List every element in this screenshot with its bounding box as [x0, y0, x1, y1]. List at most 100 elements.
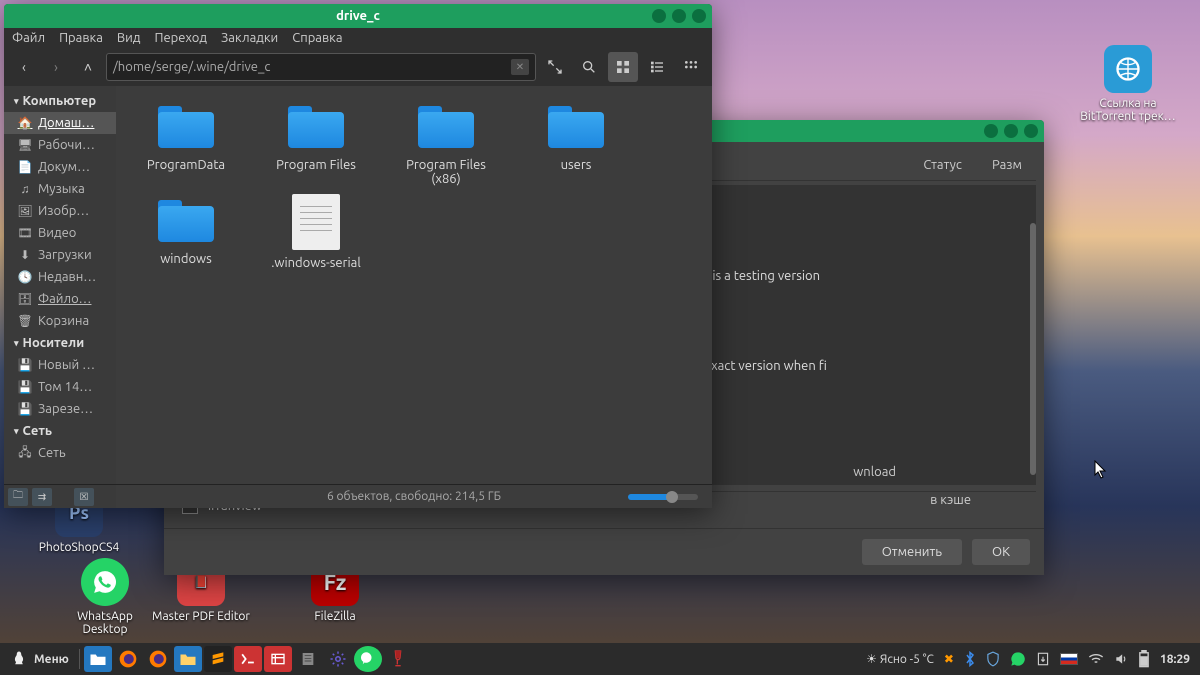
- place-icon: ♫: [18, 182, 32, 196]
- max-button[interactable]: [672, 9, 686, 23]
- place-icon: 🕓: [18, 270, 32, 284]
- back-button[interactable]: ‹: [10, 53, 38, 81]
- close-sidebar-button[interactable]: ☒: [74, 488, 94, 506]
- max-button[interactable]: [1004, 124, 1018, 138]
- folder-icon: [414, 100, 478, 152]
- app-wine[interactable]: [384, 646, 412, 672]
- view-list-button[interactable]: [642, 52, 672, 82]
- close-button[interactable]: [1024, 124, 1038, 138]
- address-bar[interactable]: /home/serge/.wine/drive_c ✕: [106, 53, 536, 81]
- toggle-pathentry-icon[interactable]: [540, 52, 570, 82]
- whatsapp-tray-icon[interactable]: [1010, 651, 1026, 667]
- view-compact-button[interactable]: [676, 52, 706, 82]
- place-icon: 🖧: [18, 446, 32, 460]
- file-item[interactable]: windows: [136, 194, 236, 270]
- sidebar-section[interactable]: Компьютер: [4, 90, 116, 112]
- place-icon: 💾: [18, 402, 32, 416]
- start-menu[interactable]: Меню: [0, 650, 79, 668]
- zoom-slider[interactable]: [628, 494, 698, 500]
- sidebar-section[interactable]: Носители: [4, 332, 116, 354]
- folder-icon: [154, 100, 218, 152]
- battery-icon[interactable]: [1138, 650, 1150, 668]
- sidebar-item[interactable]: ⬇Загрузки: [4, 244, 116, 266]
- wifi-icon[interactable]: [1088, 653, 1104, 665]
- app-settings[interactable]: [324, 646, 352, 672]
- folder-icon: [544, 100, 608, 152]
- file-grid[interactable]: ProgramData Program Files Program Files (x…: [116, 86, 712, 484]
- sidebar-item[interactable]: 🗄Файло…: [4, 288, 116, 310]
- weather-tray[interactable]: ☀ Ясно -5 °C: [866, 652, 934, 666]
- path-text: /home/serge/.wine/drive_c: [113, 60, 270, 74]
- window-buttons: [984, 124, 1038, 138]
- app-files[interactable]: [84, 646, 112, 672]
- menu-Правка[interactable]: Правка: [59, 31, 103, 45]
- min-button[interactable]: [984, 124, 998, 138]
- ok-button[interactable]: OK: [972, 539, 1030, 565]
- file-item[interactable]: .windows-serial: [266, 194, 366, 270]
- tray-icon-x[interactable]: ✖: [944, 652, 954, 666]
- menubar[interactable]: Файл Правка Вид Переход Закладки Справка: [4, 28, 712, 48]
- filemanager-window[interactable]: drive_c Файл Правка Вид Переход Закладки Спра…: [4, 4, 712, 508]
- taskbar[interactable]: Меню ☀ Ясно -5 °C ✖: [0, 643, 1200, 675]
- cancel-button[interactable]: Отменить: [862, 539, 962, 565]
- app-sublime[interactable]: [204, 646, 232, 672]
- sidebar-item[interactable]: 💾Зарезе…: [4, 398, 116, 420]
- up-button[interactable]: ˄: [74, 53, 102, 81]
- sidebar-item[interactable]: 🏠Домаш…: [4, 112, 116, 134]
- app-screenshot[interactable]: [264, 646, 292, 672]
- sidebar-bottom: 🗀 ⇉ ☒: [4, 484, 116, 508]
- file-item[interactable]: Program Files (x86): [396, 100, 496, 186]
- app-firefox2[interactable]: [144, 646, 172, 672]
- sidebar-item[interactable]: 🖥Рабочи…: [4, 134, 116, 156]
- desktop-icon-bittorrent[interactable]: Ссылка на BitTorrent трек…: [1078, 45, 1178, 123]
- menu-Переход[interactable]: Переход: [154, 31, 207, 45]
- tree-button[interactable]: ⇉: [32, 488, 52, 506]
- app-terminal[interactable]: [234, 646, 262, 672]
- app-text[interactable]: [294, 646, 322, 672]
- app-whatsapp[interactable]: [354, 646, 382, 672]
- keyboard-layout[interactable]: [1060, 653, 1078, 665]
- toolbar: ‹ › ˄ /home/serge/.wine/drive_c ✕: [4, 48, 712, 86]
- menu-Вид[interactable]: Вид: [117, 31, 141, 45]
- file-item[interactable]: Program Files: [266, 100, 366, 186]
- sidebar-item[interactable]: 💾Новый …: [4, 354, 116, 376]
- min-button[interactable]: [652, 9, 666, 23]
- shield-icon[interactable]: [986, 651, 1000, 667]
- app-filemanager[interactable]: [174, 646, 202, 672]
- place-icon: 💾: [18, 380, 32, 394]
- sidebar-item[interactable]: 🎞Видео: [4, 222, 116, 244]
- desktop-icon-whatsapp[interactable]: WhatsApp Desktop: [55, 558, 155, 636]
- place-icon: 🗄: [18, 292, 32, 306]
- sidebar[interactable]: Компьютер🏠Домаш…🖥Рабочи…📄Докум…♫Музыка🖼И…: [4, 86, 116, 484]
- menu-Закладки[interactable]: Закладки: [221, 31, 278, 45]
- forward-button[interactable]: ›: [42, 53, 70, 81]
- menu-Справка[interactable]: Справка: [292, 31, 342, 45]
- place-icon: 🎞: [18, 226, 32, 240]
- sidebar-item[interactable]: 🖼Изобр…: [4, 200, 116, 222]
- place-icon: 💾: [18, 358, 32, 372]
- titlebar[interactable]: drive_c: [4, 4, 712, 28]
- search-icon[interactable]: [574, 52, 604, 82]
- sidebar-item[interactable]: 💾Том 14…: [4, 376, 116, 398]
- volume-icon[interactable]: [1114, 652, 1128, 666]
- sidebar-item[interactable]: 🗑Корзина: [4, 310, 116, 332]
- sidebar-item[interactable]: ♫Музыка: [4, 178, 116, 200]
- update-icon[interactable]: [1036, 651, 1050, 667]
- bluetooth-icon[interactable]: [964, 651, 976, 667]
- menu-Файл[interactable]: Файл: [12, 31, 45, 45]
- window-buttons: [652, 9, 706, 23]
- view-icons-button[interactable]: [608, 52, 638, 82]
- sidebar-item[interactable]: 🕓Недавн…: [4, 266, 116, 288]
- clock[interactable]: 18:29: [1160, 653, 1190, 666]
- app-firefox1[interactable]: [114, 646, 142, 672]
- clear-icon[interactable]: ✕: [511, 59, 529, 75]
- places-button[interactable]: 🗀: [8, 488, 28, 506]
- terminal-output: c1 is a testing version r exact version …: [692, 197, 831, 445]
- file-item[interactable]: users: [526, 100, 626, 186]
- scrollbar[interactable]: [1030, 223, 1036, 475]
- sidebar-item[interactable]: 📄Докум…: [4, 156, 116, 178]
- close-button[interactable]: [692, 9, 706, 23]
- sidebar-item[interactable]: 🖧Сеть: [4, 442, 116, 464]
- sidebar-section[interactable]: Сеть: [4, 420, 116, 442]
- file-item[interactable]: ProgramData: [136, 100, 236, 186]
